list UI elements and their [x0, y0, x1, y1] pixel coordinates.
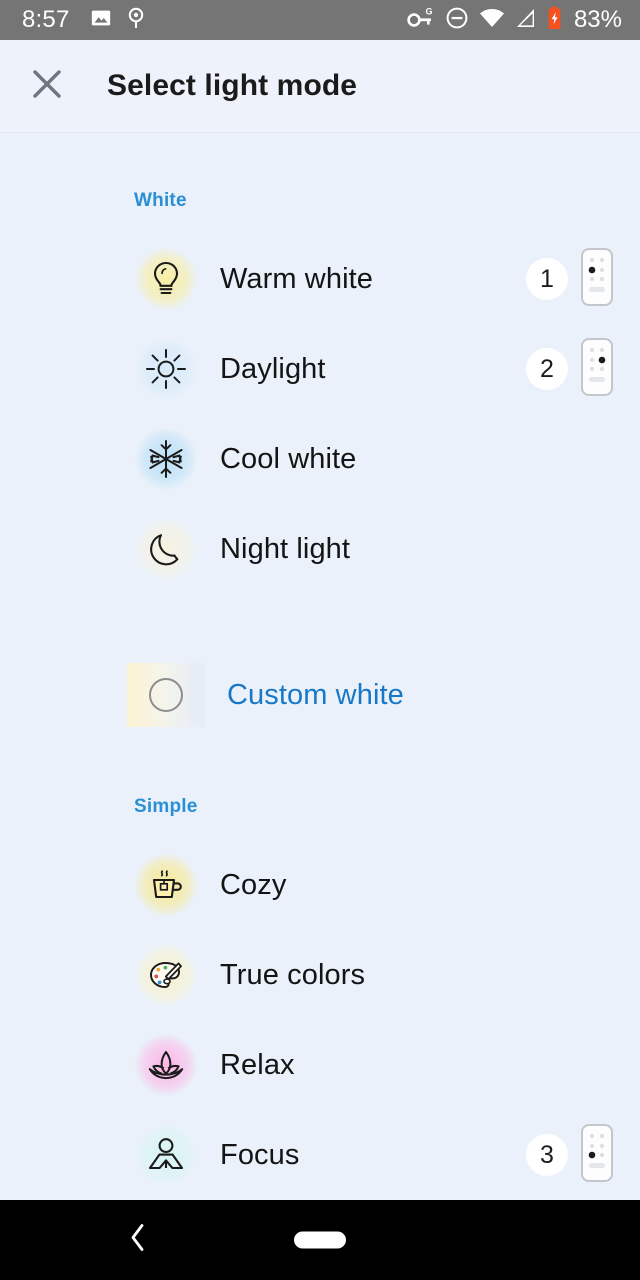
- status-badge: 3: [526, 1134, 568, 1176]
- image-icon: [90, 7, 112, 34]
- color-swatch-circle-icon: [127, 663, 205, 727]
- status-bar: 8:57 G 83%: [0, 0, 640, 40]
- person-icon: [134, 1123, 198, 1187]
- spacer-top: [0, 134, 640, 190]
- mode-list[interactable]: White Warm white 1 Daylight 2 Cool white…: [0, 134, 640, 1200]
- status-badge: 2: [526, 348, 568, 390]
- remote-icon[interactable]: [580, 337, 614, 402]
- lotus-icon: [134, 1033, 198, 1097]
- vpn-key-g-icon: G: [407, 6, 435, 34]
- list-item-focus[interactable]: Focus 3: [0, 1110, 640, 1200]
- list-item-custom-white[interactable]: Custom white: [0, 650, 640, 740]
- list-item-trailing[interactable]: 2: [526, 324, 614, 414]
- list-item-label: True colors: [220, 958, 366, 991]
- section-header-simple: Simple: [134, 796, 198, 817]
- snowflake-icon: [134, 427, 198, 491]
- list-item-cool-white[interactable]: Cool white: [0, 414, 640, 504]
- list-item-cozy[interactable]: Cozy: [0, 840, 640, 930]
- cellular-signal-icon: [515, 7, 537, 34]
- list-item-relax[interactable]: Relax: [0, 1020, 640, 1110]
- section-header-white: White: [134, 190, 187, 211]
- remote-icon[interactable]: [580, 247, 614, 312]
- app-bar: Select light mode: [0, 40, 640, 133]
- list-item-label: Warm white: [220, 262, 373, 295]
- list-item-label: Relax: [220, 1048, 295, 1081]
- do-not-disturb-icon: [445, 6, 469, 35]
- list-item-warm-white[interactable]: Warm white 1: [0, 234, 640, 324]
- lightbulb-icon: [134, 247, 198, 311]
- page-title: Select light mode: [107, 69, 358, 102]
- close-button[interactable]: [17, 56, 77, 116]
- system-nav-bar: [0, 1200, 640, 1280]
- status-badge: 1: [526, 258, 568, 300]
- wifi-icon: [479, 7, 505, 34]
- list-item-label: Cozy: [220, 868, 287, 901]
- list-item-label: Custom white: [227, 678, 404, 711]
- location-icon: [126, 6, 146, 35]
- list-item-trailing[interactable]: 3: [526, 1110, 614, 1200]
- swatch-ring: [149, 678, 183, 712]
- moon-icon: [134, 517, 198, 581]
- close-icon: [30, 67, 64, 106]
- phone-screen: 8:57 G 83% Select light mode White Warm …: [0, 0, 640, 1280]
- list-item-label: Cool white: [220, 442, 357, 475]
- status-bar-clock: 8:57: [22, 6, 70, 33]
- remote-icon[interactable]: [580, 1123, 614, 1188]
- battery-charging-icon: [547, 6, 562, 35]
- list-item-night-light[interactable]: Night light: [0, 504, 640, 594]
- list-item-label: Daylight: [220, 352, 326, 385]
- list-item-true-colors[interactable]: True colors: [0, 930, 640, 1020]
- list-item-label: Focus: [220, 1138, 300, 1171]
- back-chevron-icon[interactable]: [126, 1221, 148, 1260]
- svg-text:G: G: [425, 7, 432, 16]
- home-pill-icon[interactable]: [294, 1231, 346, 1249]
- sun-icon: [134, 337, 198, 401]
- teacup-icon: [134, 853, 198, 917]
- list-item-daylight[interactable]: Daylight 2: [0, 324, 640, 414]
- palette-icon: [134, 943, 198, 1007]
- list-item-trailing[interactable]: 1: [526, 234, 614, 324]
- list-item-label: Night light: [220, 532, 351, 565]
- battery-percent-label: 83%: [573, 6, 622, 33]
